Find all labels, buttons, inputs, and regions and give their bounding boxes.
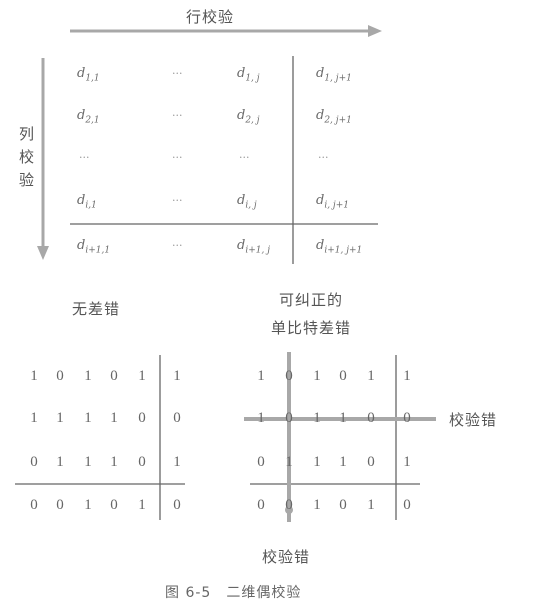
matrix-ellipsis: ··· (172, 151, 183, 164)
matrix-cell: di, j (237, 193, 257, 211)
bit-cell: 0 (56, 368, 64, 384)
bit-cell: 1 (313, 454, 321, 470)
col-error-label: 校验错 (262, 548, 311, 566)
bit-cell: 1 (313, 368, 321, 384)
bit-cell: 1 (257, 368, 265, 384)
bit-cell: 0 (138, 454, 146, 470)
bit-cell: 1 (339, 410, 347, 426)
matrix-ellipsis: ··· (172, 109, 183, 122)
matrix-cell: d1, j+1 (316, 66, 352, 84)
bit-cell: 0 (403, 410, 411, 426)
bit-cell: 0 (339, 368, 347, 384)
bit-cell: 1 (403, 454, 411, 470)
correctable-title-line2: 单比特差错 (271, 319, 352, 337)
bit-cell: 0 (138, 410, 146, 426)
matrix-ellipsis: ··· (172, 194, 183, 207)
matrix-ellipsis: ··· (318, 151, 329, 164)
bit-cell: 1 (173, 454, 181, 470)
correctable-title-line1: 可纠正的 (279, 291, 344, 309)
bit-cell: 1 (84, 497, 92, 513)
bit-cell: 0 (173, 497, 181, 513)
matrix-cell: d2, j+1 (316, 108, 352, 126)
figure-canvas: 行校验 列 校 验 d1,1 ··· d1, j d1, j+1 d2,1 ··· d2, (0, 0, 544, 614)
bit-cell: 0 (403, 497, 411, 513)
col-check-label-char-2: 校 (19, 148, 36, 166)
bit-cell: 1 (285, 454, 293, 470)
matrix-cell: d2,1 (77, 108, 100, 126)
bit-cell: 1 (138, 497, 146, 513)
bit-cell: 0 (285, 368, 293, 384)
bit-cell: 1 (173, 368, 181, 384)
bit-cell: 1 (110, 410, 118, 426)
matrix-cell: di+1,1 (77, 238, 111, 256)
row-error-label: 校验错 (449, 411, 498, 429)
bit-cell: 1 (339, 454, 347, 470)
bit-cell: 0 (257, 454, 265, 470)
matrix-ellipsis: ··· (172, 67, 183, 80)
bit-cell: 1 (56, 454, 64, 470)
bit-cell: 0 (110, 497, 118, 513)
bit-cell: 1 (403, 368, 411, 384)
bit-cell: 0 (257, 497, 265, 513)
matrix-cell: di+1, j (237, 238, 270, 256)
bit-cell: 0 (285, 410, 293, 426)
bit-cell: 1 (313, 410, 321, 426)
bit-cell: 1 (110, 454, 118, 470)
bit-cell: 1 (313, 497, 321, 513)
bit-cell: 0 (173, 410, 181, 426)
matrix-ellipsis: ··· (172, 239, 183, 252)
matrix-cell: di,1 (77, 193, 97, 211)
bit-cell: 1 (257, 410, 265, 426)
matrix-cell: d1, j (237, 66, 260, 84)
matrix-cell: d1,1 (77, 66, 100, 84)
col-check-label: 列 校 验 (19, 123, 35, 192)
matrix-cell: d2, j (237, 108, 260, 126)
matrix-ellipsis: ··· (239, 151, 250, 164)
bit-cell: 0 (339, 497, 347, 513)
bit-cell: 1 (138, 368, 146, 384)
bit-cell: 1 (367, 497, 375, 513)
no-error-title: 无差错 (72, 300, 121, 318)
bit-cell: 0 (285, 497, 293, 513)
bit-cell: 1 (30, 410, 38, 426)
bit-cell: 1 (367, 368, 375, 384)
col-check-label-char-3: 验 (19, 171, 36, 189)
bit-cell: 0 (367, 454, 375, 470)
bit-cell: 1 (30, 368, 38, 384)
matrix-cell: di, j+1 (316, 193, 349, 211)
bit-cell: 1 (84, 368, 92, 384)
bit-cell: 0 (30, 497, 38, 513)
matrix-cell: di+1, j+1 (316, 238, 363, 256)
bit-cell: 0 (110, 368, 118, 384)
row-check-arrow (70, 25, 382, 37)
bit-cell: 1 (56, 410, 64, 426)
bit-cell: 0 (367, 410, 375, 426)
matrix-ellipsis: ··· (79, 151, 90, 164)
col-check-label-char-1: 列 (19, 125, 36, 143)
bit-cell: 0 (30, 454, 38, 470)
bit-cell: 1 (84, 454, 92, 470)
bit-cell: 0 (56, 497, 64, 513)
bit-cell: 1 (84, 410, 92, 426)
col-check-arrow (37, 58, 49, 260)
figure-caption: 图 6-5 二维偶校验 (165, 585, 302, 601)
